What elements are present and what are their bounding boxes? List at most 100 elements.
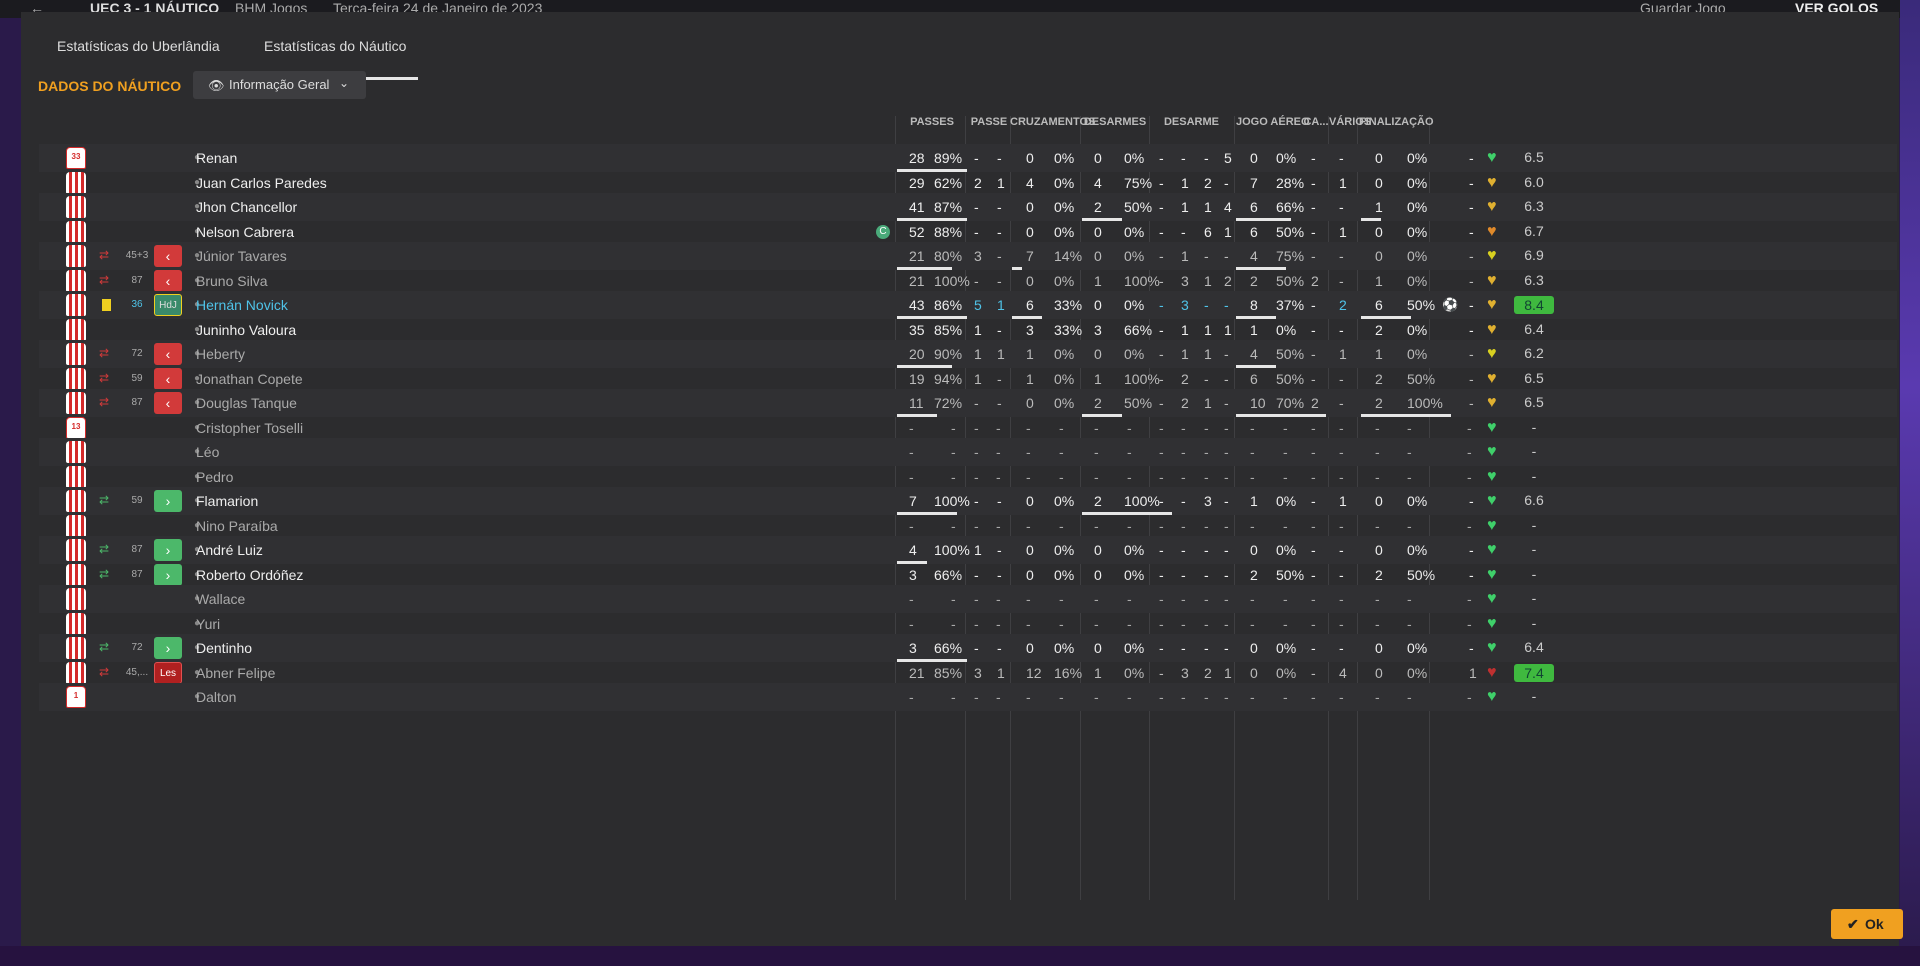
passes-percent: 62% (934, 174, 963, 191)
player-name[interactable]: Hernán Novick (196, 297, 288, 313)
tab-uberlandia-stats[interactable]: Estatísticas do Uberlândia (57, 38, 220, 68)
player-name[interactable]: Renan (196, 150, 237, 166)
player-name[interactable]: Abner Felipe (196, 665, 275, 681)
player-name[interactable]: Nino Paraíba (196, 518, 278, 534)
pass-ocg: - (997, 248, 1002, 264)
substituted-off-icon[interactable]: ‹ (154, 269, 182, 292)
empty-value: - (1159, 615, 1164, 632)
shirt-icon: 1 (66, 686, 86, 708)
player-name[interactable]: Jonathan Copete (196, 371, 303, 387)
substituted-on-icon[interactable]: › (154, 539, 182, 561)
pass-ocg: - (997, 150, 1002, 166)
empty-value: - (951, 615, 956, 632)
empty-value: - (1375, 615, 1380, 632)
crosses-percent: 14% (1054, 248, 1083, 264)
aerial-value: 0 (1250, 150, 1258, 166)
crosses-percent: 33% (1054, 321, 1083, 338)
empty-value: - (1026, 615, 1031, 632)
substitution-icon: ⇄ (99, 272, 110, 287)
player-name[interactable]: Nelson Cabrera (196, 224, 294, 240)
condition-heart-icon: ♥ (1487, 173, 1497, 191)
pass-ch: 5 (974, 297, 982, 313)
substituted-on-icon[interactable]: › (154, 563, 182, 586)
player-name[interactable]: Wallace (196, 591, 245, 607)
player-name[interactable]: Flamarion (196, 493, 258, 509)
empty-value: - (996, 615, 1001, 632)
condition-heart-icon: ♥ (1487, 271, 1497, 289)
shots-value: 0 (1375, 542, 1383, 558)
empty-value: - (1127, 689, 1132, 705)
player-name[interactable]: Dalton (196, 689, 236, 705)
substituted-off-icon[interactable]: ‹ (154, 392, 182, 414)
substituted-on-icon[interactable]: › (154, 490, 182, 512)
player-name[interactable]: Douglas Tanque (196, 395, 297, 411)
tackle-detail: - (1159, 272, 1164, 289)
crosses-value: 0 (1026, 566, 1034, 583)
passes-percent: 87% (934, 199, 963, 215)
player-name[interactable]: Cristopher Toselli (196, 420, 303, 436)
player-name[interactable]: Jhon Chancellor (196, 199, 297, 215)
empty-value: - (1094, 419, 1099, 436)
empty-value: - (1059, 689, 1064, 705)
passes-value: 11 (909, 395, 924, 411)
match-rating: - (1531, 516, 1537, 533)
view-dropdown[interactable]: 👁 Informação Geral ⌄ (193, 71, 366, 99)
shots-value: 2 (1375, 321, 1383, 338)
crosses-percent: 16% (1054, 664, 1083, 681)
substituted-off-icon[interactable]: ‹ (154, 367, 182, 390)
tackles-percent: 75% (1124, 174, 1153, 191)
shirt-icon (66, 563, 86, 586)
substituted-on-icon[interactable]: › (154, 637, 182, 659)
player-name[interactable]: Bruno Silva (196, 273, 268, 289)
group-header: DESARMES (1083, 116, 1147, 128)
aerial-percent: 50% (1276, 272, 1305, 289)
table-row[interactable]: 1 ● Dalton - - - - - - - - - - - - - - - - - - - ♥ - (39, 683, 1897, 711)
player-name[interactable]: Juninho Valoura (196, 322, 296, 338)
tackles-percent: 50% (1124, 395, 1153, 411)
match-rating: - (1531, 688, 1537, 704)
player-name[interactable]: Roberto Ordóñez (196, 567, 303, 583)
player-name[interactable]: Yuri (196, 616, 220, 632)
minutes-played: 87 (131, 274, 143, 286)
crosses-percent: 0% (1054, 566, 1075, 583)
crosses-percent: 0% (1054, 640, 1075, 656)
substitution-icon: ⇄ (99, 566, 110, 581)
cards: - (1311, 566, 1316, 583)
player-name[interactable]: Juan Carlos Paredes (196, 175, 327, 191)
match-rating: 6.3 (1524, 271, 1544, 288)
passes-value: 20 (909, 346, 925, 362)
tackle-detail: - (1181, 150, 1186, 166)
condition-heart-icon: ♥ (1487, 541, 1497, 558)
empty-value: - (1339, 444, 1344, 460)
player-name[interactable]: Júnior Tavares (196, 248, 287, 264)
cards: - (1311, 542, 1316, 558)
player-name[interactable]: Pedro (196, 469, 233, 485)
substituted-off-icon[interactable]: ‹ (154, 245, 182, 267)
aerial-value: 10 (1250, 395, 1266, 411)
substituted-off-icon[interactable]: ‹ (154, 343, 182, 365)
tackle-detail: - (1224, 346, 1229, 362)
shots-percent: 0% (1407, 223, 1428, 240)
empty-value: - (1375, 444, 1380, 460)
player-name[interactable]: André Luiz (196, 542, 263, 558)
shirt-icon (66, 269, 86, 292)
tackle-detail: - (1159, 566, 1164, 583)
crosses-value: 1 (1026, 370, 1034, 387)
empty-value: - (1204, 468, 1209, 485)
tackle-detail: 1 (1224, 223, 1232, 240)
aerial-percent: 0% (1276, 150, 1297, 166)
tackle-detail: - (1204, 370, 1209, 387)
empty-value: - (1283, 591, 1288, 607)
tab-nautico-stats[interactable]: Estatísticas do Náutico (251, 38, 419, 80)
passes-value: 21 (909, 272, 925, 289)
ok-button[interactable]: ✔ Ok (1831, 909, 1903, 939)
empty-value: - (1026, 591, 1031, 607)
shirt-icon (66, 220, 86, 243)
player-name[interactable]: Léo (196, 444, 219, 460)
tackle-detail: 1 (1181, 248, 1189, 264)
player-name[interactable]: Heberty (196, 346, 245, 362)
group-header: PASSE (970, 116, 1008, 128)
player-name[interactable]: Dentinho (196, 640, 252, 656)
condition-heart-icon: ♥ (1487, 345, 1497, 362)
empty-value: - (1059, 468, 1064, 485)
